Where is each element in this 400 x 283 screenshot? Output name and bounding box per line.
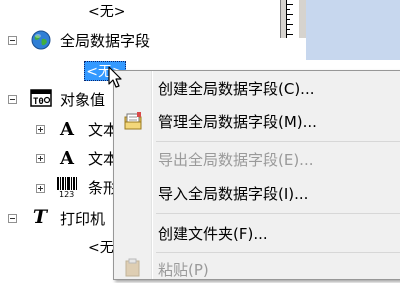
menu-divider	[156, 141, 400, 142]
menu-item-paste: 粘贴(P)	[158, 257, 209, 281]
text-icon: A	[60, 147, 74, 169]
barcode-icon: 123	[56, 176, 80, 198]
tree-item-object-value[interactable]: 对象值	[60, 88, 120, 110]
tree-item-label: 打印机	[60, 210, 106, 228]
paste-icon	[122, 257, 144, 279]
menu-item-label: 粘贴(P)	[158, 260, 209, 279]
vertical-ruler	[280, 0, 308, 38]
menu-item-export-global-data-fields: 导出全局数据字段(E)...	[158, 147, 314, 171]
collapse-icon[interactable]	[8, 95, 17, 104]
menu-item-label: 管理全局数据字段(M)...	[158, 112, 317, 131]
menu-gutter-divider	[151, 71, 153, 279]
printer-font-icon: T	[32, 206, 48, 228]
menu-item-label[interactable]: 导入全局数据字段(I)...	[158, 183, 308, 204]
menu-divider	[156, 252, 400, 253]
manage-fields-icon	[122, 110, 144, 132]
tree-item-label: 对象值	[60, 91, 106, 109]
tree-item-label: <无>	[88, 4, 126, 20]
menu-item-manage-global-data-fields[interactable]: 管理全局数据字段(M)...	[158, 109, 317, 133]
menu-item-import-global-data-fields[interactable]: 导入全局数据字段(I)...	[158, 181, 308, 205]
ruler-scale	[286, 0, 299, 38]
menu-item-create-folder[interactable]: 创建文件夹(F)...	[158, 221, 268, 245]
mouse-cursor-icon	[108, 66, 122, 88]
collapse-icon[interactable]	[8, 36, 17, 45]
text-icon: A	[60, 118, 74, 140]
tree-item-label: 全局数据字段	[60, 32, 151, 50]
menu-item-label: 创建全局数据字段(C)...	[158, 79, 315, 98]
svg-text:123: 123	[59, 190, 74, 198]
expand-icon[interactable]	[36, 125, 45, 134]
globe-icon	[30, 29, 52, 51]
menu-item-create-global-data-field[interactable]: 创建全局数据字段(C)...	[158, 76, 314, 100]
expand-icon[interactable]	[36, 154, 45, 163]
menu-divider	[156, 213, 400, 214]
tree-item-global-data-fields[interactable]: 全局数据字段	[60, 29, 180, 51]
object-value-icon: T0	[30, 88, 52, 108]
menu-icon-gutter	[114, 71, 150, 279]
tree-item-printer[interactable]: 打印机	[60, 207, 120, 229]
design-canvas	[306, 0, 400, 60]
tree-item-none-1[interactable]: <无>	[88, 0, 148, 22]
expand-icon[interactable]	[36, 184, 45, 193]
collapse-icon[interactable]	[8, 214, 17, 223]
menu-item-label: 创建文件夹(F)...	[158, 224, 268, 243]
context-menu: 创建全局数据字段(C)... 管理全局数据字段(M)... 导出全局数据字段(E…	[113, 70, 400, 280]
svg-text:T0: T0	[33, 97, 44, 107]
menu-item-label: 导出全局数据字段(E)...	[158, 150, 314, 169]
